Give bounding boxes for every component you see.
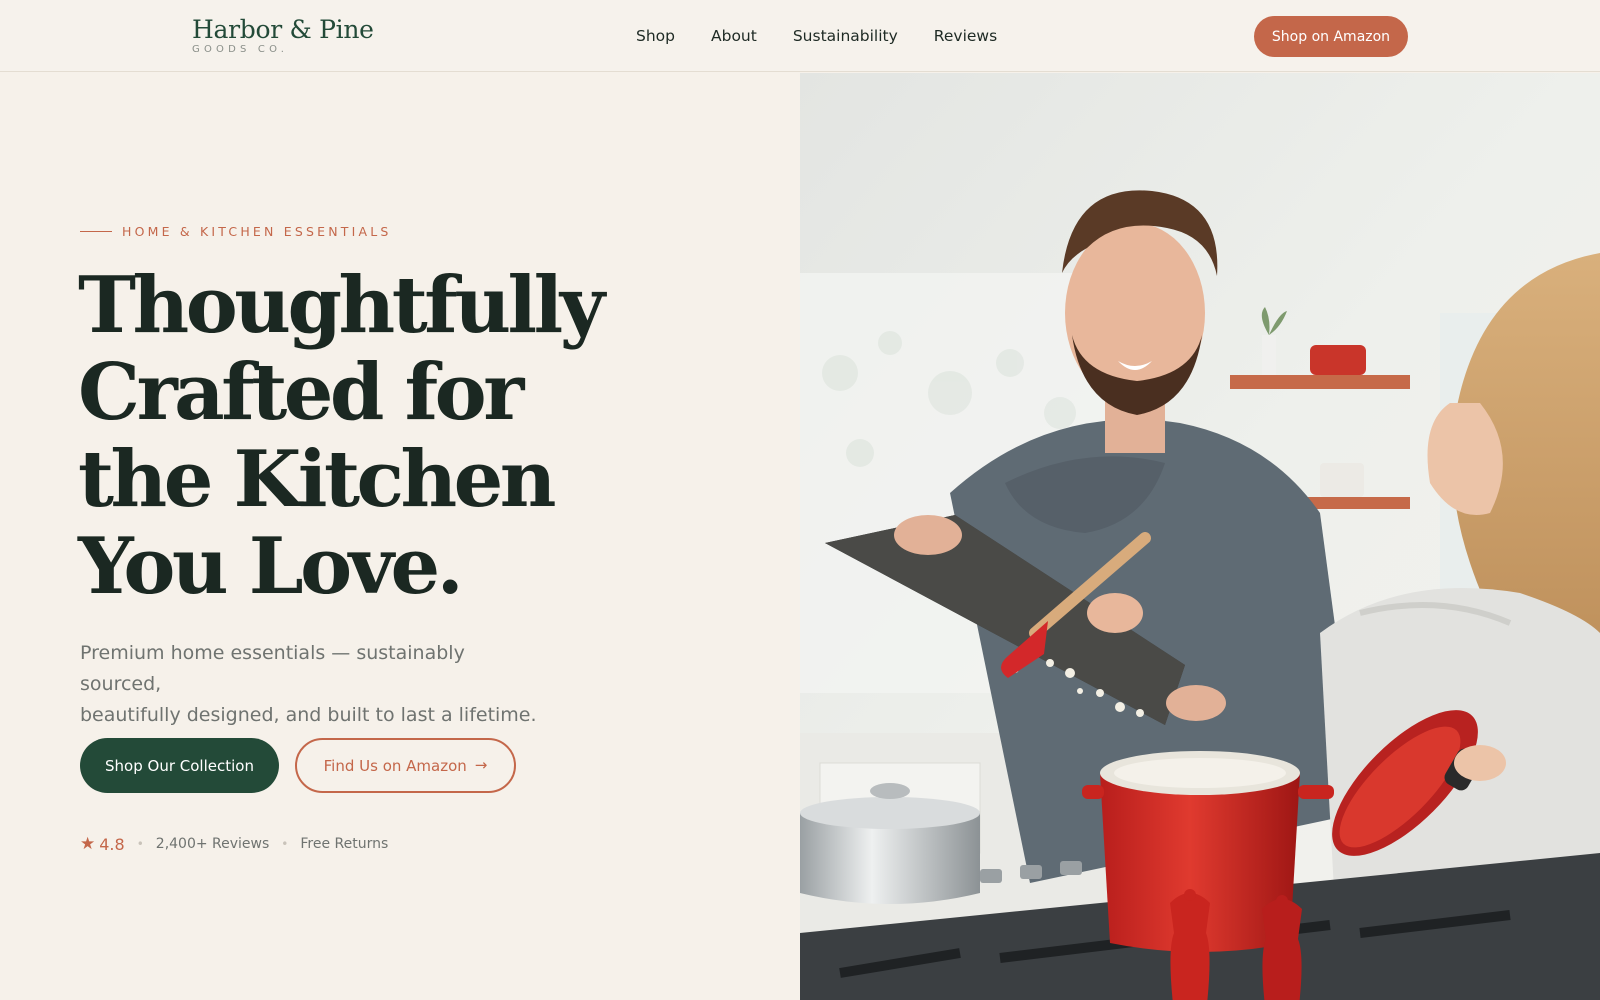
brand-logo[interactable]: Harbor & Pine GOODS CO.: [192, 14, 374, 55]
rating-value: 4.8: [99, 834, 125, 854]
separator-dot: •: [136, 837, 144, 851]
shop-on-amazon-button[interactable]: Shop on Amazon: [1254, 16, 1408, 57]
headline-line-3: the Kitchen: [78, 434, 557, 525]
arrow-right-icon: →: [474, 756, 488, 774]
hero-headline: Thoughtfully Crafted for the Kitchen You…: [78, 262, 718, 610]
find-on-amazon-label: Find Us on Amazon: [323, 756, 467, 775]
subtitle-line-2: beautifully designed, and built to last …: [80, 704, 537, 726]
headline-line-2: Crafted for: [78, 347, 524, 438]
star-icon: ★: [80, 834, 96, 854]
eyebrow-text: HOME & KITCHEN ESSENTIALS: [122, 224, 392, 239]
nav-link-about[interactable]: About: [711, 25, 757, 47]
hero-photo: [800, 73, 1600, 1000]
free-returns: Free Returns: [300, 836, 389, 852]
shop-collection-button[interactable]: Shop Our Collection: [80, 738, 279, 793]
hero-trust-row: ★ 4.8 • 2,400+ Reviews • Free Returns: [80, 834, 388, 854]
nav-link-reviews[interactable]: Reviews: [934, 25, 997, 47]
eyebrow-divider: [80, 230, 112, 233]
headline-line-1: Thoughtfully: [78, 260, 605, 351]
hero-eyebrow: HOME & KITCHEN ESSENTIALS: [80, 224, 392, 239]
main-nav: Shop About Sustainability Reviews: [636, 25, 997, 47]
review-count: 2,400+ Reviews: [155, 836, 270, 852]
subtitle-line-1: Premium home essentials — sustainably so…: [80, 642, 465, 695]
hero-subtitle: Premium home essentials — sustainably so…: [80, 638, 550, 731]
separator-dot: •: [281, 837, 289, 851]
headline-line-4: You Love.: [78, 521, 464, 612]
kitchen-cooking-image: [800, 73, 1600, 1000]
find-on-amazon-button[interactable]: Find Us on Amazon →: [295, 738, 516, 793]
brand-name: Harbor & Pine: [192, 15, 374, 44]
site-header: Harbor & Pine GOODS CO. Shop About Susta…: [0, 0, 1600, 72]
nav-link-sustainability[interactable]: Sustainability: [793, 25, 898, 47]
nav-link-shop[interactable]: Shop: [636, 25, 675, 47]
